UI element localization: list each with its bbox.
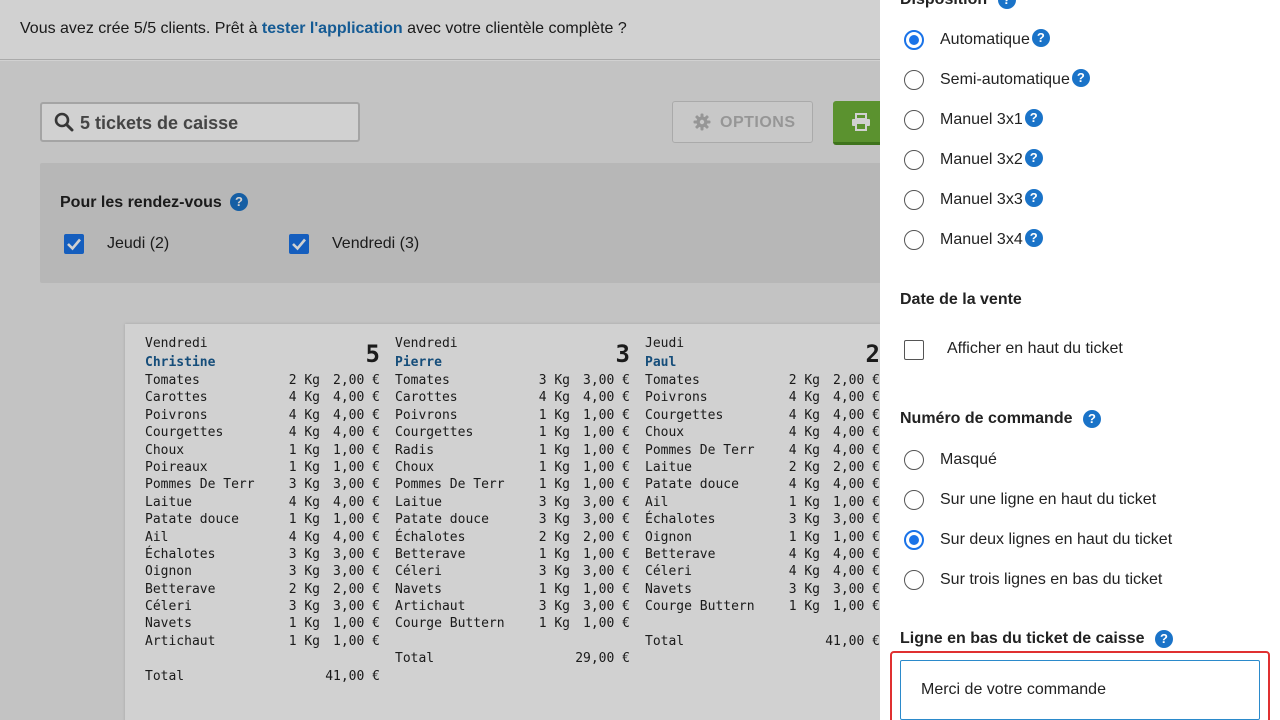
radio-selected[interactable] bbox=[904, 30, 924, 50]
help-icon[interactable]: ? bbox=[1071, 69, 1090, 88]
help-icon[interactable]: ? bbox=[1024, 229, 1043, 248]
option-label: Manuel 3x2 bbox=[940, 151, 1023, 168]
disposition-title: Disposition ? bbox=[900, 0, 1016, 9]
disposition-title-text: Disposition bbox=[900, 0, 987, 8]
help-icon[interactable]: ? bbox=[997, 0, 1016, 9]
footer-line-title: Ligne en bas du ticket de caisse ? bbox=[900, 630, 1173, 648]
help-icon[interactable]: ? bbox=[1031, 29, 1050, 48]
option-label: Manuel 3x4 bbox=[940, 231, 1023, 248]
radio[interactable] bbox=[904, 110, 924, 130]
option-label: Manuel 3x3 bbox=[940, 191, 1023, 208]
option-label: Sur trois lignes en bas du ticket bbox=[940, 571, 1163, 588]
option-label: Sur une ligne en haut du ticket bbox=[940, 491, 1157, 508]
help-icon[interactable]: ? bbox=[1154, 630, 1173, 648]
radio[interactable] bbox=[904, 230, 924, 250]
radio-selected[interactable] bbox=[904, 530, 924, 550]
options-panel: Disposition ? Automatique? Semi-automati… bbox=[880, 0, 1280, 720]
help-icon[interactable]: ? bbox=[1024, 149, 1043, 168]
radio[interactable] bbox=[904, 190, 924, 210]
radio[interactable] bbox=[904, 450, 924, 470]
sale-date-label: Afficher en haut du ticket bbox=[947, 340, 1123, 357]
radio[interactable] bbox=[904, 490, 924, 510]
sale-date-title: Date de la vente bbox=[900, 291, 1022, 308]
option-label: Automatique bbox=[940, 31, 1030, 48]
radio[interactable] bbox=[904, 570, 924, 590]
help-icon[interactable]: ? bbox=[1024, 189, 1043, 208]
option-label: Sur deux lignes en haut du ticket bbox=[940, 531, 1173, 548]
order-number-title-text: Numéro de commande bbox=[900, 410, 1073, 428]
option-label: Masqué bbox=[940, 451, 997, 468]
help-icon[interactable]: ? bbox=[1024, 109, 1043, 128]
radio[interactable] bbox=[904, 70, 924, 90]
help-icon[interactable]: ? bbox=[1082, 410, 1101, 428]
modal-backdrop[interactable] bbox=[0, 0, 880, 720]
footer-line-title-text: Ligne en bas du ticket de caisse bbox=[900, 630, 1145, 648]
footer-line-input[interactable] bbox=[900, 660, 1260, 720]
order-number-title: Numéro de commande ? bbox=[900, 410, 1101, 428]
option-label: Semi-automatique bbox=[940, 71, 1070, 88]
sale-date-checkbox[interactable] bbox=[904, 340, 924, 360]
radio[interactable] bbox=[904, 150, 924, 170]
option-label: Manuel 3x1 bbox=[940, 111, 1023, 128]
